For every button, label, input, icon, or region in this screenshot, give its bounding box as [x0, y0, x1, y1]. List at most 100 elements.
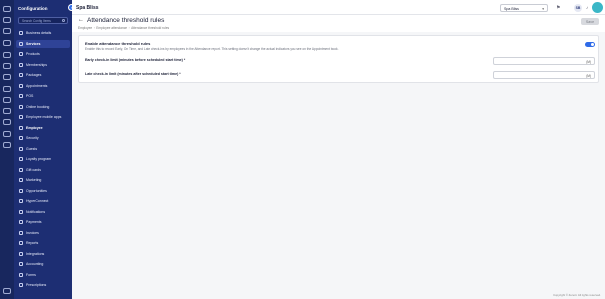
invoices-icon: [19, 230, 23, 235]
search-icon[interactable]: [3, 6, 11, 12]
cart-icon[interactable]: [3, 63, 11, 69]
calendar-icon[interactable]: [3, 28, 11, 34]
sidebar-item-label: Accounting: [26, 262, 44, 266]
brand-name: Spa Bliss: [76, 5, 99, 11]
page-header: ← Attendance threshold rules Employee › Em…: [72, 15, 605, 32]
sidebar-item-appointments[interactable]: Appointments: [16, 82, 70, 90]
sidebar-item-employee[interactable]: Employee: [16, 124, 70, 132]
chat-icon[interactable]: [3, 142, 11, 148]
sidebar-item-label: Products: [26, 52, 40, 56]
sidebar-item-memberships[interactable]: Memberships: [16, 61, 70, 69]
sidebar-item-label: Business details: [26, 31, 52, 35]
sidebar-item-label: Guests: [26, 146, 38, 151]
sidebar-title: Configuration: [18, 6, 48, 11]
user-avatar[interactable]: SB: [574, 4, 582, 12]
help-icon[interactable]: [3, 288, 11, 294]
sidebar-item-label: Memberships: [26, 62, 48, 67]
security-icon: [19, 136, 23, 140]
bell-icon[interactable]: ♪: [586, 5, 588, 10]
sidebar-item-label: Appointments: [26, 83, 48, 88]
payments-icon: [19, 220, 23, 224]
services-icon: [19, 41, 23, 46]
settings-icon[interactable]: [3, 131, 11, 137]
clipboard-icon[interactable]: [3, 97, 11, 103]
sidebar-item-loyalty-program[interactable]: Loyalty program: [16, 155, 70, 163]
sidebar-item-products[interactable]: Products: [16, 50, 70, 58]
sidebar-item-opportunities[interactable]: Opportunities: [16, 187, 70, 195]
sidebar-search-placeholder: Search Config Items: [22, 19, 51, 23]
opportunities-icon: [19, 188, 23, 193]
sidebar-item-security[interactable]: Security: [16, 134, 70, 142]
sidebar-item-packages[interactable]: Packages: [16, 71, 70, 79]
sidebar-item-label: Marketing: [26, 178, 42, 182]
sidebar-item-guests[interactable]: Guests: [16, 145, 70, 153]
toggle-knob: [590, 42, 595, 47]
chevron-down-icon: ▾: [542, 6, 544, 11]
sidebar-item-label: Forms: [26, 272, 36, 277]
breadcrumb-item-attendance[interactable]: Employee attendance: [96, 26, 127, 30]
memberships-icon: [19, 62, 23, 67]
sidebar-item-marketing[interactable]: Marketing: [16, 176, 70, 184]
back-arrow-icon[interactable]: ←: [78, 17, 84, 23]
tag-icon[interactable]: [3, 52, 11, 58]
person-icon[interactable]: [3, 86, 11, 92]
prescriptions-icon: [19, 283, 23, 287]
sidebar-item-label: Gift cards: [26, 167, 41, 172]
sidebar-search-input[interactable]: Search Config Items: [18, 17, 68, 24]
sidebar-item-online-booking[interactable]: Online booking: [16, 103, 70, 111]
late-checkin-input[interactable]: (M): [493, 71, 595, 79]
integrations-icon: [19, 251, 23, 256]
sidebar-item-label: POS: [26, 94, 34, 98]
search-icon: [62, 19, 65, 23]
early-checkin-input[interactable]: (M): [493, 57, 595, 65]
sidebar-item-label: Payments: [26, 220, 42, 224]
sidebar-item-prescriptions[interactable]: Prescriptions: [16, 281, 70, 289]
sidebar-item-business-details[interactable]: Business details: [16, 29, 70, 37]
enable-rules-description: Enable this to record Early, On Time, an…: [85, 47, 339, 51]
top-bar: Spa Bliss Spa Bliss ▾ ⚑ SB ♪: [72, 0, 605, 15]
sidebar-item-employee-mobile-apps[interactable]: Employee mobile apps: [16, 113, 70, 121]
company-logo[interactable]: [592, 2, 603, 13]
products-icon: [19, 52, 23, 56]
sidebar-item-label: Notifications: [26, 209, 46, 214]
early-checkin-label: Early check-in limit (minutes before sch…: [85, 58, 186, 62]
enable-rules-toggle[interactable]: [585, 42, 595, 47]
location-select-value: Spa Bliss: [504, 6, 519, 11]
sidebar-item-label: Reports: [26, 241, 39, 245]
sidebar-item-gift-cards[interactable]: Gift cards: [16, 166, 70, 174]
sidebar-item-pos[interactable]: POS: [16, 92, 70, 100]
home-icon[interactable]: [3, 17, 11, 23]
card-icon[interactable]: [3, 74, 11, 80]
notifications-icon: [19, 209, 23, 214]
sidebar-item-notifications[interactable]: Notifications: [16, 208, 70, 216]
sidebar-item-hyperconnect[interactable]: HyperConnect: [16, 197, 70, 205]
sidebar-item-label: Security: [26, 136, 39, 140]
hyperconnect-icon: [19, 199, 23, 203]
sidebar-item-forms[interactable]: Forms: [16, 271, 70, 279]
breadcrumb-item-current: Attendance threshold rules: [131, 26, 170, 30]
breadcrumb-item-employee[interactable]: Employee: [78, 26, 92, 30]
packages-icon: [19, 73, 23, 77]
sidebar-item-label: HyperConnect: [26, 199, 49, 203]
guests-icon[interactable]: [3, 40, 11, 46]
sidebar-item-integrations[interactable]: Integrations: [16, 250, 70, 258]
save-button[interactable]: Save: [581, 18, 599, 25]
sidebar-item-label: Packages: [26, 73, 42, 77]
copyright-footer: Copyright © Zenoti. All rights reserved.: [553, 293, 601, 297]
sidebar-item-payments[interactable]: Payments: [16, 218, 70, 226]
sidebar-item-label: Integrations: [26, 251, 45, 256]
late-checkin-unit: (M): [586, 73, 591, 78]
enable-rules-label: Enable attendance threshold rules: [85, 41, 151, 46]
location-select[interactable]: Spa Bliss ▾: [500, 4, 548, 12]
late-checkin-label: Late check-in limit (minutes after sched…: [85, 72, 181, 76]
chart-icon[interactable]: [3, 108, 11, 114]
business-details-icon: [19, 31, 23, 35]
sidebar-item-label: Loyalty program: [26, 157, 52, 161]
sidebar-item-invoices[interactable]: Invoices: [16, 229, 70, 237]
megaphone-icon[interactable]: [3, 119, 11, 125]
config-sidebar: Configuration ‹ Search Config Items Busi…: [14, 0, 75, 299]
sidebar-item-reports[interactable]: Reports: [16, 239, 70, 247]
sidebar-item-accounting[interactable]: Accounting: [16, 260, 70, 268]
flag-icon[interactable]: ⚑: [556, 5, 560, 11]
sidebar-item-services[interactable]: Services: [16, 39, 70, 48]
